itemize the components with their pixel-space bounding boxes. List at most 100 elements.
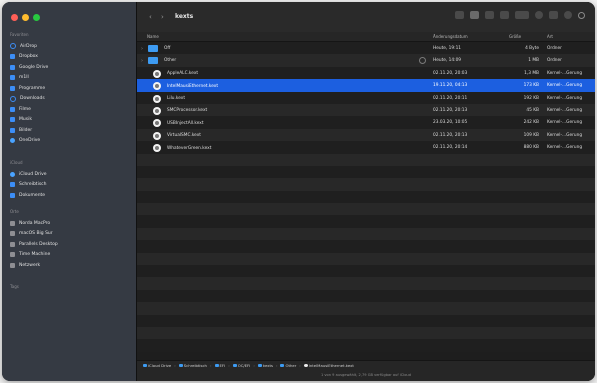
disclosure-triangle-icon[interactable]: › [141,46,145,52]
column-name[interactable]: Name [147,34,159,39]
kext-icon [153,119,161,128]
pictures-icon [10,127,15,133]
folder-icon [148,57,158,65]
sidebar-item-documents[interactable]: Dokumente [8,190,132,201]
sidebar-item-desktop[interactable]: Schreibtisch [8,180,132,191]
network-icon [10,262,15,268]
list-view-icon[interactable] [470,11,479,19]
sidebar-item-time-machine[interactable]: Time Machine [8,250,132,261]
path-item[interactable]: Schreibtisch [178,363,207,368]
empty-row [137,203,595,216]
disk-icon [10,241,15,247]
empty-row [137,240,595,253]
sidebar-item-downloads[interactable]: Downloads [8,94,132,105]
sidebar-item-label: Parallels Desktop [19,241,58,247]
share-icon[interactable] [549,11,558,19]
file-name-cell: WhateverGreen.kext [153,144,212,153]
home-icon [10,75,15,81]
sidebar-item-parallels[interactable]: Parallels Desktop [8,239,132,250]
file-name: Other [164,58,177,64]
sidebar-item-home[interactable]: m1ll [8,73,132,84]
folder-icon [232,364,237,367]
sidebar-item-label: Schreibtisch [19,182,47,188]
path-item[interactable]: kexts [257,363,273,368]
sidebar-section-title: iCloud [10,160,23,165]
column-kind[interactable]: Art [547,34,553,39]
sidebar-item-airdrop[interactable]: AirDrop [8,41,132,52]
sidebar-item-dropbox[interactable]: Dropbox [8,52,132,63]
path-item-label: EFI [219,363,226,368]
table-row[interactable]: › Off Heute, 19:11 4 Byte Ordner [137,42,595,55]
file-size: 109 KB [523,132,539,138]
file-date: 02.11.20, 20:14 [433,145,468,151]
table-row[interactable]: SMCProcessor.kext 02.11.20, 20:13 45 KB Ker… [137,103,595,117]
desktop-icon [10,182,15,188]
close-button[interactable] [11,14,18,21]
computer-icon [10,220,15,226]
table-row[interactable]: USBInjectAll.kext 23.03.20, 10:05 242 KB Ke… [137,116,595,129]
table-row[interactable]: Lilu.kext 02.11.20, 20:11 192 KB Kernel-...… [137,91,595,104]
forward-button[interactable]: › [161,13,164,21]
sidebar-item-applications[interactable]: Programme [8,83,132,94]
disclosure-triangle-icon[interactable]: › [141,58,145,64]
sidebar-item-network[interactable]: Netzwerk [8,260,132,271]
sidebar-item-computer[interactable]: Norda MacPro [8,218,132,229]
file-kind: Kernel-...Gerung [547,145,583,151]
path-item[interactable]: EFI [214,363,226,368]
file-list: › Off Heute, 19:11 4 Byte Ordner › Other Heute,… [137,42,595,360]
path-item[interactable]: IntelMausiEthernet.kext [303,363,354,368]
sidebar-item-google-drive[interactable]: Google Drive [8,62,132,73]
minimize-button[interactable] [22,14,29,21]
sidebar-item-bigsur[interactable]: macOS Big Sur [8,229,132,240]
folder-icon [148,45,158,52]
path-item[interactable]: Other [280,363,296,368]
file-name: Off [164,46,171,51]
search-icon[interactable] [578,11,585,19]
empty-row [137,153,595,166]
google-drive-icon [10,64,15,70]
empty-row [137,227,595,241]
column-view-icon[interactable] [485,11,494,19]
folder-icon [178,364,183,367]
kext-icon [153,131,161,140]
path-separator: › [174,363,176,368]
sidebar-item-pictures[interactable]: Bilder [8,125,132,136]
file-name: USBInjectAll.kext [167,120,204,126]
downloads-icon [10,95,16,102]
group-icon[interactable] [515,11,529,19]
file-kind: Kernel-...Gerung [547,120,583,126]
path-item[interactable]: iCloud Drive [143,363,171,368]
sidebar-item-onedrive[interactable]: OneDrive [8,136,132,147]
path-separator: › [228,363,230,368]
table-row[interactable]: VirtualSMC.kext 02.11.20, 20:13 109 KB Kern… [137,128,595,142]
sidebar-section-title: Tags [10,284,19,289]
sidebar-item-label: Musik [19,117,32,123]
table-row[interactable]: WhateverGreen.kext 02.11.20, 20:14 880 KB K… [137,141,595,154]
file-kind: Kernel-...Gerung [547,70,583,76]
action-icon[interactable] [535,11,543,19]
tag-icon[interactable] [564,11,572,19]
table-row[interactable]: AppleALC.kext 02.11.20, 20:03 1,3 MB Kernel… [137,66,595,80]
sidebar-section-title: Orte [10,209,19,214]
folder-icon [257,364,262,367]
zoom-button[interactable] [33,14,40,21]
back-button[interactable]: ‹ [149,13,152,21]
icon-view-icon[interactable] [455,11,464,19]
gallery-view-icon[interactable] [500,11,509,19]
sidebar-item-icloud-drive[interactable]: iCloud Drive [8,169,132,180]
window-controls [11,14,40,21]
file-name: WhateverGreen.kext [167,145,212,151]
table-row[interactable]: › Other Heute, 14:09 1 MB Ordner [137,54,595,67]
file-date: Heute, 19:11 [433,46,462,51]
sidebar: Favoriten AirDrop Dropbox Google Drive m… [2,2,137,381]
path-item[interactable]: OC/EFI [232,363,250,368]
icloud-icon [10,171,15,177]
file-name-cell: VirtualSMC.kext [153,131,201,140]
sidebar-icloud: iCloud iCloud Drive Schreibtisch Dokumen… [8,160,132,201]
table-row[interactable]: IntelMausiEthernet.kext 19.11.20, 04:13 17… [137,79,595,92]
sidebar-item-movies[interactable]: Filme [8,104,132,115]
column-size[interactable]: Größe [509,34,521,39]
column-date[interactable]: Änderungsdatum [433,34,468,39]
sidebar-item-music[interactable]: Musik [8,115,132,126]
file-date: 23.03.20, 10:05 [433,120,468,126]
